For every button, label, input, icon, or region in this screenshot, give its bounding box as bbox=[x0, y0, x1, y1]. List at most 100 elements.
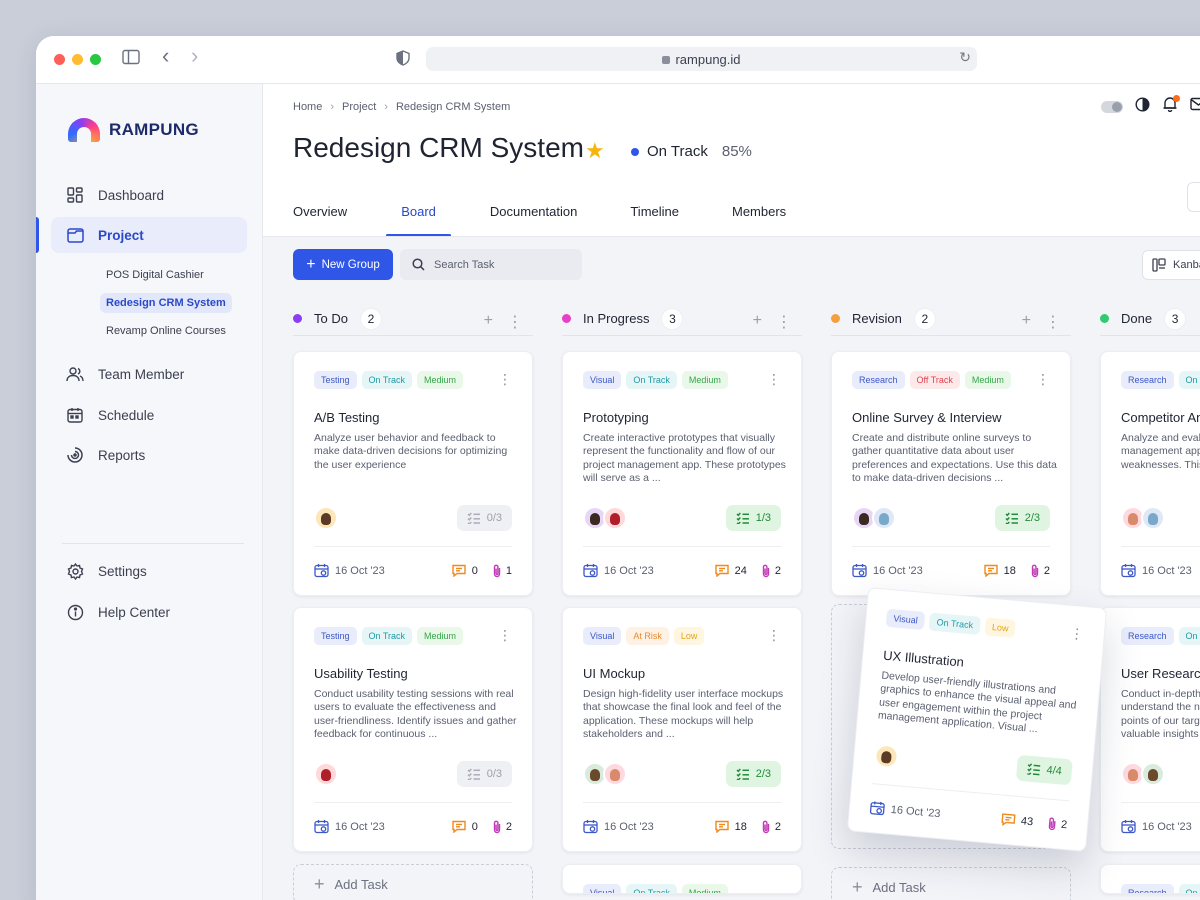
more-options-icon[interactable]: ⋮ bbox=[507, 312, 523, 332]
comments-count[interactable]: 0 bbox=[452, 564, 478, 577]
add-task-button[interactable]: + Add Task bbox=[293, 864, 533, 900]
avatar[interactable] bbox=[314, 506, 338, 530]
task-card[interactable]: Testing On Track Medium ⋮ Usability Testing C… bbox=[293, 607, 533, 852]
attachments-count[interactable]: 2 bbox=[761, 564, 781, 578]
attachments-count[interactable]: 2 bbox=[492, 820, 512, 834]
url-bar[interactable]: rampung.id ↻ bbox=[426, 47, 977, 71]
attachments-count[interactable]: 2 bbox=[1030, 564, 1050, 578]
more-options-icon[interactable]: ⋮ bbox=[776, 312, 792, 332]
task-card[interactable]: Visual At Risk Low ⋮ UI Mockup Design high-fi… bbox=[562, 607, 802, 852]
minimize-window-button[interactable] bbox=[72, 54, 83, 65]
more-options-icon[interactable]: ⋮ bbox=[1045, 312, 1061, 332]
checklist-badge[interactable]: 0/3 bbox=[456, 761, 512, 787]
breadcrumb-home[interactable]: Home bbox=[293, 101, 322, 113]
breadcrumb-project[interactable]: Project bbox=[342, 101, 376, 113]
sidebar-item-help-center[interactable]: Help Center bbox=[51, 594, 247, 630]
avatar[interactable] bbox=[872, 506, 896, 530]
attachments-count[interactable]: 1 bbox=[492, 564, 512, 578]
comments-count[interactable]: 0 bbox=[452, 820, 478, 833]
search-input[interactable]: Search Task bbox=[400, 249, 582, 280]
task-footer: 16 Oct '23 43 2 bbox=[869, 800, 1068, 832]
sidebar-item-reports[interactable]: Reports bbox=[51, 437, 247, 473]
sidebar-item-project[interactable]: Project bbox=[51, 217, 247, 253]
browser-window: ‹ › rampung.id ↻ RAMPUNG Dashboard Proje… bbox=[36, 36, 1200, 900]
calendar-icon bbox=[66, 406, 84, 424]
brand-logo[interactable]: RAMPUNG bbox=[68, 118, 199, 142]
calendar-icon bbox=[583, 563, 598, 578]
task-card[interactable]: Testing On Track Medium ⋮ A/B Testing Analyze… bbox=[293, 351, 533, 596]
theme-toggle[interactable] bbox=[1101, 100, 1123, 113]
plus-icon[interactable]: + bbox=[484, 312, 493, 332]
checklist-badge[interactable]: 2/3 bbox=[725, 761, 781, 787]
tab-members[interactable]: Members bbox=[732, 204, 786, 234]
more-options-icon[interactable]: ⋮ bbox=[767, 628, 781, 642]
attachments-count[interactable]: 2 bbox=[1047, 816, 1068, 832]
project-link-revamp-online-courses[interactable]: Revamp Online Courses bbox=[100, 321, 232, 341]
task-card[interactable]: Visual On Track Medium bbox=[562, 864, 802, 894]
project-link-redesign-crm-system[interactable]: Redesign CRM System bbox=[100, 293, 232, 313]
add-task-button[interactable]: + Add Task bbox=[831, 867, 1071, 900]
avatar[interactable] bbox=[1141, 762, 1165, 786]
reload-icon[interactable]: ↻ bbox=[959, 49, 971, 66]
bell-icon[interactable] bbox=[1162, 95, 1180, 117]
shield-icon[interactable] bbox=[396, 50, 410, 70]
view-switcher[interactable]: Kanban bbox=[1142, 250, 1200, 280]
dragging-task-card[interactable]: Visual On Track Low ⋮ UX Illustration Develop… bbox=[846, 587, 1108, 852]
checklist-badge[interactable]: 1/3 bbox=[725, 505, 781, 531]
sidebar-item-dashboard[interactable]: Dashboard bbox=[51, 177, 247, 213]
comments-count[interactable]: 18 bbox=[983, 564, 1016, 577]
more-options-icon[interactable]: ⋮ bbox=[498, 628, 512, 642]
attachments-count[interactable]: 2 bbox=[761, 820, 781, 834]
tag-medium: Medium bbox=[964, 371, 1011, 389]
task-card[interactable]: Visual On Track Medium ⋮ Prototyping Create i… bbox=[562, 351, 802, 596]
checklist-badge[interactable]: 0/3 bbox=[456, 505, 512, 531]
sidebar-item-schedule[interactable]: Schedule bbox=[51, 397, 247, 433]
avatar[interactable] bbox=[873, 743, 900, 770]
tab-documentation[interactable]: Documentation bbox=[490, 204, 577, 234]
tag-low: Low bbox=[673, 627, 705, 645]
back-icon[interactable]: ‹ bbox=[162, 45, 169, 67]
comment-icon bbox=[714, 820, 729, 833]
checklist-badge[interactable]: 4/4 bbox=[1015, 754, 1073, 786]
avatar[interactable] bbox=[603, 506, 627, 530]
avatar[interactable] bbox=[603, 762, 627, 786]
sidebar-item-settings[interactable]: Settings bbox=[51, 553, 247, 589]
project-link-pos-digital-cashier[interactable]: POS Digital Cashier bbox=[100, 265, 210, 285]
sidebar-toggle-icon[interactable] bbox=[122, 49, 140, 69]
tab-timeline[interactable]: Timeline bbox=[630, 204, 679, 234]
calendar-icon bbox=[869, 800, 885, 816]
checklist-badge[interactable]: 2/3 bbox=[994, 505, 1050, 531]
close-window-button[interactable] bbox=[54, 54, 65, 65]
comments-count[interactable]: 43 bbox=[1000, 812, 1034, 828]
task-card[interactable]: Research On Track bbox=[1100, 864, 1200, 894]
maximize-window-button[interactable] bbox=[90, 54, 101, 65]
tab-board[interactable]: Board bbox=[386, 204, 451, 237]
avatar[interactable] bbox=[1141, 506, 1165, 530]
comments-count[interactable]: 18 bbox=[714, 820, 747, 833]
forward-icon[interactable]: › bbox=[191, 45, 198, 67]
more-options-icon[interactable]: ⋮ bbox=[498, 372, 512, 386]
more-options-icon[interactable]: ⋮ bbox=[767, 372, 781, 386]
breadcrumb: Home › Project › Redesign CRM System bbox=[293, 101, 510, 113]
comments-count[interactable]: 24 bbox=[714, 564, 747, 577]
plus-icon[interactable]: + bbox=[1022, 312, 1031, 332]
new-group-button[interactable]: + New Group bbox=[293, 249, 393, 280]
share-button[interactable] bbox=[1187, 182, 1200, 212]
star-icon[interactable]: ★ bbox=[585, 138, 605, 164]
more-options-icon[interactable]: ⋮ bbox=[1069, 625, 1084, 642]
sidebar-item-team-member[interactable]: Team Member bbox=[51, 356, 247, 392]
tab-overview[interactable]: Overview bbox=[293, 204, 347, 234]
plus-icon[interactable]: + bbox=[753, 312, 762, 332]
task-footer: 16 Oct '23 0 1 bbox=[314, 563, 512, 578]
task-card[interactable]: ResearchOn Track⋮User ResearchConduct in… bbox=[1100, 607, 1200, 852]
task-footer: 16 Oct '23 bbox=[1121, 563, 1200, 578]
task-card[interactable]: Research Off Track Medium ⋮ Online Survey & … bbox=[831, 351, 1071, 596]
contrast-icon[interactable] bbox=[1135, 96, 1150, 117]
more-options-icon[interactable]: ⋮ bbox=[1036, 372, 1050, 386]
due-date: 16 Oct '23 bbox=[583, 563, 715, 578]
project-tabs: Overview Board Documentation Timeline Me… bbox=[293, 204, 786, 237]
column-color-dot bbox=[293, 314, 302, 323]
mail-icon[interactable] bbox=[1190, 97, 1200, 116]
avatar[interactable] bbox=[314, 762, 338, 786]
task-card[interactable]: ResearchOn Track⋮Competitor AnalysisAnal… bbox=[1100, 351, 1200, 596]
